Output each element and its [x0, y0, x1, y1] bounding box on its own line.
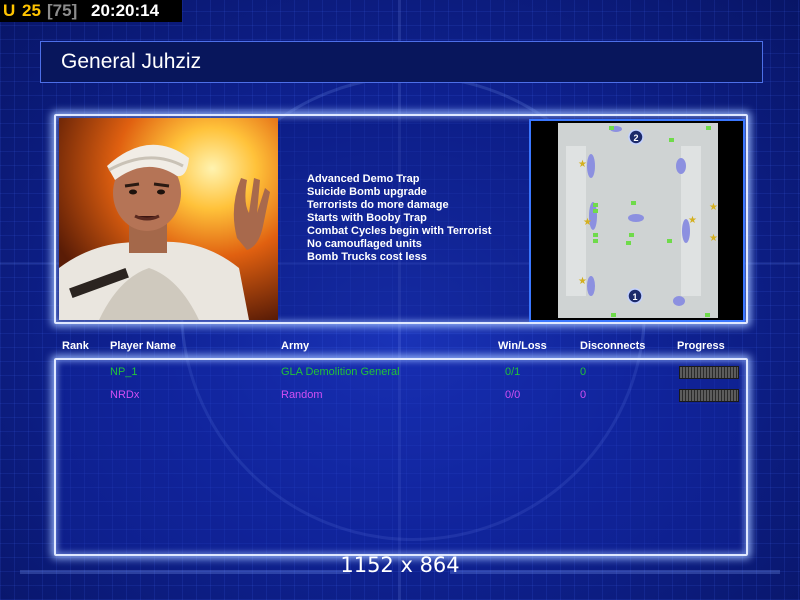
svg-text:★: ★ — [578, 276, 587, 287]
player-win-loss: 0/1 — [505, 366, 521, 378]
map-preview-image: ★ ★ ★ ★ ★ ★ 2 1 — [531, 121, 743, 320]
start-position-2: 2 — [628, 129, 644, 145]
start-position-label: 2 — [633, 133, 638, 143]
start-position-1: 1 — [627, 288, 643, 304]
player-name: NP_1 — [110, 366, 138, 378]
bonus-item: Bomb Trucks cost less — [307, 251, 427, 263]
bonus-item: Advanced Demo Trap — [307, 173, 420, 185]
svg-text:★: ★ — [709, 202, 718, 213]
svg-text:★: ★ — [688, 215, 697, 226]
title-bar: General Juhziz — [40, 41, 763, 83]
player-progress-bar — [679, 366, 739, 379]
column-header-win-loss: Win/Loss — [498, 340, 547, 352]
player-army: Random — [281, 389, 323, 401]
svg-text:★: ★ — [709, 233, 718, 244]
player-progress-bar — [679, 389, 739, 402]
bonus-item: Suicide Bomb upgrade — [307, 186, 427, 198]
hud-status: U 25 [75] 20:20:14 — [0, 0, 182, 22]
svg-text:★: ★ — [583, 217, 592, 228]
column-header-progress: Progress — [677, 340, 725, 352]
hud-unit-count: 25 — [22, 1, 41, 20]
player-army: GLA Demolition General — [281, 366, 400, 378]
general-portrait-icon — [59, 118, 278, 320]
resolution-label: 1152 x 864 — [340, 553, 460, 577]
hud-prefix: U — [3, 1, 16, 20]
general-title: General Juhziz — [61, 50, 202, 73]
bonus-item: No camouflaged units — [307, 238, 422, 250]
general-bonus-list: Advanced Demo Trap Suicide Bomb upgrade … — [307, 173, 491, 264]
svg-text:★: ★ — [578, 159, 587, 170]
column-header-disconnects: Disconnects — [580, 340, 646, 352]
hud-clock: 20:20:14 — [91, 1, 160, 20]
bonus-item: Combat Cycles begin with Terrorist — [307, 225, 492, 237]
map-preview: ★ ★ ★ ★ ★ ★ 2 1 — [529, 119, 745, 322]
column-header-player-name: Player Name — [110, 340, 177, 352]
player-name: NRDx — [110, 389, 140, 401]
players-panel-frame — [54, 358, 748, 556]
bonus-item: Starts with Booby Trap — [307, 212, 427, 224]
player-disconnects: 0 — [580, 366, 587, 378]
bonus-item: Terrorists do more damage — [307, 199, 449, 211]
column-header-rank: Rank — [62, 340, 89, 352]
start-position-label: 1 — [632, 292, 637, 302]
column-header-army: Army — [281, 340, 310, 352]
player-disconnects: 0 — [580, 389, 587, 401]
hud-unit-max: [75] — [47, 1, 78, 20]
player-win-loss: 0/0 — [505, 389, 521, 401]
